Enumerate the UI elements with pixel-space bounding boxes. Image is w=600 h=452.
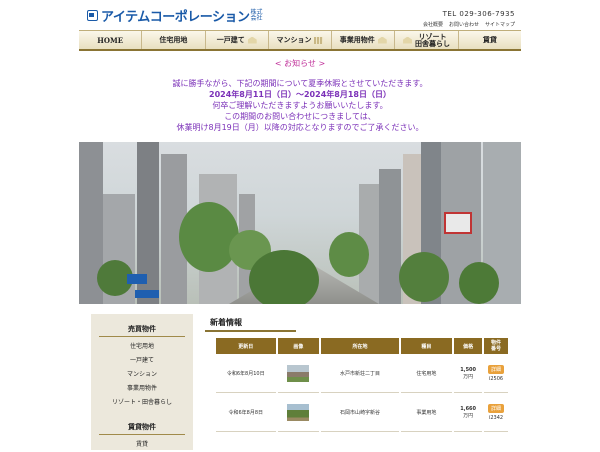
row-image[interactable] [277,393,320,432]
price-unit: 万円 [463,412,474,419]
nav-rental[interactable]: 賃貸 [459,31,521,49]
nav-label: リゾート 田舎暮らし [415,32,451,48]
notice-period: 2024年8月11日（日）～2024年8月18日（日） [209,90,391,99]
link-sitemap[interactable]: サイトマップ [485,21,515,28]
photo-billboard [444,212,472,234]
link-company[interactable]: 会社概要 [423,21,443,28]
table-header-row: 更新日 画像 所在地 種目 価格 物件 番号 [216,338,508,354]
photo-tree [459,262,499,304]
price-unit: 万円 [463,373,474,380]
photo-tree [179,202,239,272]
nav-mansion[interactable]: マンション [269,31,333,49]
detail-button[interactable]: 詳細 [488,403,505,413]
nav-label: マンション [276,35,312,44]
notice-line: 何卒ご理解いただきますようお願いいたします。 [212,101,388,110]
new-listings: 新着情報 更新日 画像 所在地 種目 価格 物件 番号 令和6年8月10日 水戸… [205,314,521,432]
photo-building [379,169,401,304]
col-type: 種目 [400,338,453,354]
photo-road-sign [127,274,147,284]
sidebar-item-house[interactable]: 一戸建て [91,354,193,368]
row-date: 令和6年8月10日 [216,354,276,393]
section-title: 新着情報 [205,314,296,332]
notice-title: < お知らせ > [274,59,326,68]
cottage-icon [403,36,413,44]
logo-suffix: 株式会社 [250,8,263,22]
nav-home[interactable]: HOME [79,31,143,49]
row-image[interactable] [277,354,320,393]
sidebar-item-business[interactable]: 事業用物件 [91,382,193,396]
listings-table: 更新日 画像 所在地 種目 価格 物件 番号 令和6年8月10日 水戸市新荘二丁… [214,338,510,432]
nav-label: 一戸建て [216,35,245,44]
shop-icon [377,36,387,44]
main-nav: HOME 住宅用地 一戸建て マンション 事業用物件 リゾート 田舎暮らし 賃貸 [79,30,521,51]
property-number: i2506 [488,375,504,382]
row-location: 石岡市山崎字新谷 [321,393,399,432]
company-logo[interactable]: アイテムコーポレーション 株式会社 [87,6,262,25]
sidebar-rent-heading: 賃貸物件 [128,422,156,431]
property-number: i2342 [488,414,504,421]
row-date: 令和6年8月8日 [216,393,276,432]
sidebar-item-resort[interactable]: リゾート・田舎暮らし [91,396,193,410]
nav-label: 住宅用地 [159,35,188,44]
price-value: 1,660 [460,405,477,412]
row-price: 1,660 万円 [454,393,483,432]
row-location: 水戸市新荘二丁目 [321,354,399,393]
sidebar-item-land[interactable]: 住宅用地 [91,340,193,354]
col-location: 所在地 [321,338,399,354]
property-thumbnail[interactable] [287,403,310,421]
table-row[interactable]: 令和6年8月10日 水戸市新荘二丁目 住宅用地 1,500 万円 詳細 i2506 [216,354,508,393]
divider [99,434,185,435]
nav-land[interactable]: 住宅用地 [142,31,206,49]
price-value: 1,500 [460,366,477,373]
nav-label: 事業用物件 [339,35,375,44]
row-type: 事業用地 [400,393,453,432]
nav-label: 賃貸 [482,35,497,44]
sidebar-sale-heading: 売買物件 [128,324,156,333]
notice-line: 誠に勝手ながら、下記の期間について夏季休暇とさせていただきます。 [172,79,428,88]
photo-tree [249,250,319,304]
col-image: 画像 [277,338,320,354]
site-header: アイテムコーポレーション 株式会社 TEL 029-306-7935 会社概要 … [79,0,521,30]
hero-city-photo [79,142,521,304]
photo-road-sign [135,290,159,298]
photo-tree [399,252,449,302]
col-price: 価格 [454,338,483,354]
nav-label: HOME [97,35,124,45]
nav-resort[interactable]: リゾート 田舎暮らし [395,31,459,49]
phone-number: TEL 029-306-7935 [442,10,515,18]
link-contact[interactable]: お問い合わせ [449,21,479,28]
row-number-cell: 詳細 i2506 [484,354,508,393]
notice-section: < お知らせ > 誠に勝手ながら、下記の期間について夏季休暇とさせていただきます… [79,58,521,133]
row-price: 1,500 万円 [454,354,483,393]
nav-business[interactable]: 事業用物件 [332,31,396,49]
photo-tree [329,232,369,277]
sidebar: 売買物件 住宅用地 一戸建て マンション 事業用物件 リゾート・田舎暮らし 賃貸… [91,314,193,450]
table-row[interactable]: 令和6年8月8日 石岡市山崎字新谷 事業用地 1,660 万円 詳細 i2342 [216,393,508,432]
notice-line: この期間のお問い合わせにつきましては、 [224,112,376,121]
logo-text: アイテムコーポレーション [101,10,250,25]
row-type: 住宅用地 [400,354,453,393]
logo-icon [87,10,98,21]
notice-line: 休業明け8月19日（月）以降の対応となりますのでご了承ください。 [176,123,424,132]
building-icon [314,36,324,44]
col-date: 更新日 [216,338,276,354]
house-icon [247,36,257,44]
row-number-cell: 詳細 i2342 [484,393,508,432]
detail-button[interactable]: 詳細 [488,364,505,374]
content-area: 売買物件 住宅用地 一戸建て マンション 事業用物件 リゾート・田舎暮らし 賃貸… [79,312,521,450]
property-thumbnail[interactable] [287,364,310,382]
nav-house[interactable]: 一戸建て [206,31,269,49]
utility-links: 会社概要 お問い合わせ サイトマップ [423,21,515,28]
divider [99,336,185,337]
col-number: 物件 番号 [484,338,508,354]
sidebar-item-mansion[interactable]: マンション [91,368,193,382]
